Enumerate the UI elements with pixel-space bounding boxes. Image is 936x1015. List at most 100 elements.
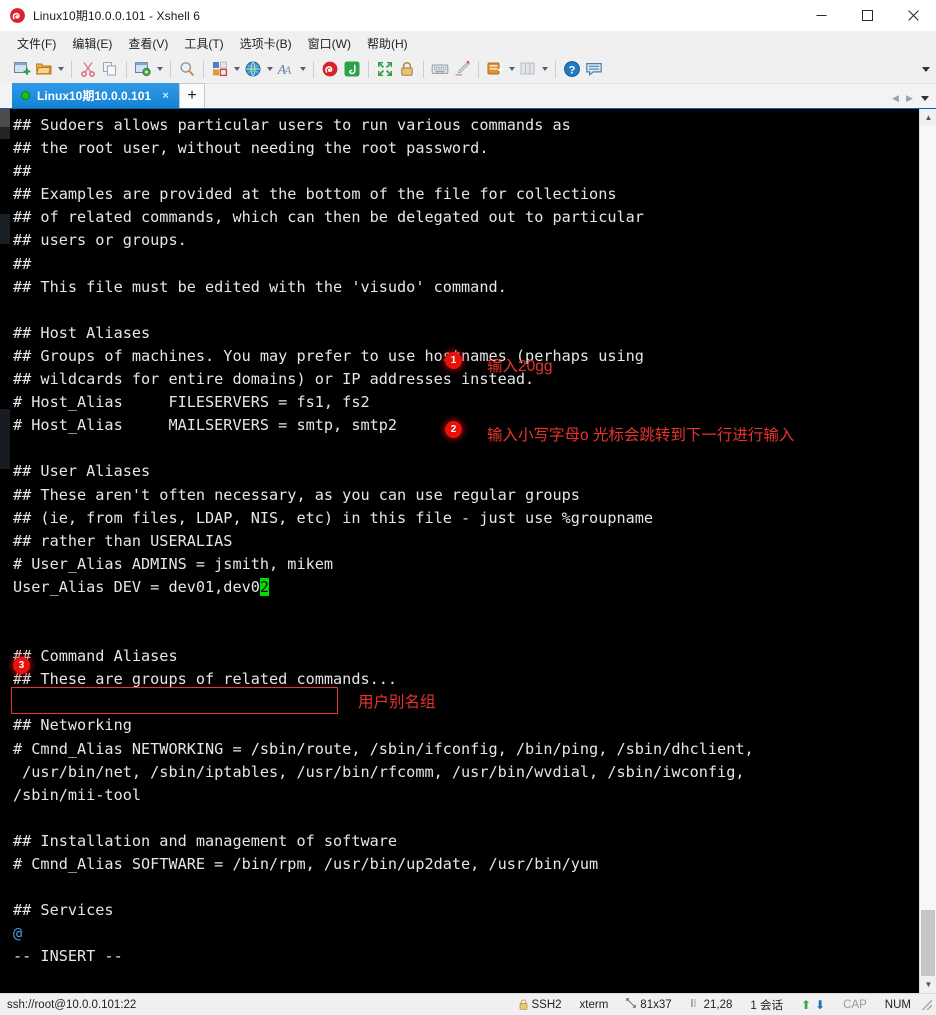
scroll-down-icon[interactable]: ▼ xyxy=(920,976,936,993)
terminal-cursor: 2 xyxy=(259,577,270,596)
background-bleed-strip xyxy=(0,109,10,993)
annotation-badge-3: 3 xyxy=(13,657,30,674)
toolbar-divider xyxy=(368,60,369,78)
tab-linux10-session[interactable]: Linux10期10.0.0.101 × xyxy=(12,83,180,108)
font-dropdown-icon[interactable] xyxy=(297,58,308,80)
cut-icon[interactable] xyxy=(77,58,99,80)
terminal-line: ## Networking xyxy=(13,716,132,735)
terminal-line: ## users or groups. xyxy=(13,231,187,250)
layout-icon[interactable] xyxy=(209,58,231,80)
tab-bar: Linux10期10.0.0.101 × + ◀ ▶ xyxy=(0,83,936,109)
highlight-pen-icon[interactable] xyxy=(451,58,473,80)
menu-window[interactable]: 窗口(W) xyxy=(300,32,359,55)
new-session-icon[interactable] xyxy=(11,58,33,80)
terminal-line: ## Services xyxy=(13,901,114,920)
menu-view[interactable]: 查看(V) xyxy=(120,32,176,55)
edited-line-text: User_Alias DEV = dev01,dev0 xyxy=(13,577,260,596)
maximize-icon[interactable] xyxy=(844,0,890,31)
tab-bar-left-edge xyxy=(0,83,12,108)
session-manager-icon[interactable] xyxy=(484,58,506,80)
tab-close-icon[interactable]: × xyxy=(159,90,172,102)
terminal-line: ## of related commands, which can then b… xyxy=(13,208,644,227)
tab-scroll-left-icon[interactable]: ◀ xyxy=(890,91,901,105)
scroll-up-icon[interactable]: ▲ xyxy=(920,109,936,126)
toolbar: A A ? xyxy=(0,55,936,84)
close-icon[interactable] xyxy=(890,0,936,31)
terminal-line: ## Sudoers allows particular users to ru… xyxy=(13,116,571,134)
svg-text:?: ? xyxy=(569,64,576,76)
globe-dropdown-icon[interactable] xyxy=(264,58,275,80)
lock-icon[interactable] xyxy=(396,58,418,80)
terminal-line: ## User Aliases xyxy=(13,462,151,481)
toolbar-divider xyxy=(313,60,314,78)
tab-status-dot-icon xyxy=(21,91,30,100)
terminal-line: ## the root user, without needing the ro… xyxy=(13,139,489,158)
scrollbar-track[interactable] xyxy=(920,126,936,976)
xshell-logo-icon xyxy=(9,7,26,24)
terminal-line: ## This file must be edited with the 'vi… xyxy=(13,277,507,296)
toolbar-divider xyxy=(126,60,127,78)
terminal-line: # Host_Alias FILESERVERS = fs1, fs2 xyxy=(13,393,370,412)
layout-dropdown-icon[interactable] xyxy=(231,58,242,80)
session-manager-dropdown-icon[interactable] xyxy=(506,58,517,80)
font-icon[interactable]: A A xyxy=(275,58,297,80)
keyboard-icon[interactable] xyxy=(429,58,451,80)
terminal-line: /sbin/mii-tool xyxy=(13,785,142,804)
feedback-icon[interactable] xyxy=(583,58,605,80)
menu-bar: 文件(F) 编辑(E) 查看(V) 工具(T) 选项卡(B) 窗口(W) 帮助(… xyxy=(0,31,936,55)
window-controls xyxy=(798,0,936,31)
tab-label: Linux10期10.0.0.101 xyxy=(37,89,152,103)
open-session-dropdown-icon[interactable] xyxy=(55,58,66,80)
globe-icon[interactable] xyxy=(242,58,264,80)
terminal-edited-line: User_Alias DEV = dev01,dev02 xyxy=(13,576,919,599)
tab-scroll-right-icon[interactable]: ▶ xyxy=(904,91,915,105)
new-tab-button[interactable]: + xyxy=(179,83,206,108)
minimize-icon[interactable] xyxy=(798,0,844,31)
toolbar-overflow-chevron-icon[interactable] xyxy=(922,55,930,84)
annotation-highlight-box xyxy=(11,687,338,714)
menu-edit[interactable]: 编辑(E) xyxy=(64,32,120,55)
terminal-line: ## These aren't often necessary, as you … xyxy=(13,485,580,504)
toolbar-divider xyxy=(71,60,72,78)
scrollbar-thumb[interactable] xyxy=(921,910,935,976)
help-icon[interactable]: ? xyxy=(561,58,583,80)
terminal-line: ## rather than USERALIAS xyxy=(13,531,233,550)
terminal-line: # Host_Alias MAILSERVERS = smtp, smtp2 xyxy=(13,416,398,435)
menu-help[interactable]: 帮助(H) xyxy=(359,32,416,55)
tab-list-dropdown-icon[interactable] xyxy=(918,91,931,105)
menu-file[interactable]: 文件(F) xyxy=(9,32,64,55)
copy-icon[interactable] xyxy=(99,58,121,80)
vim-mode-line: -- INSERT -- xyxy=(13,947,123,966)
open-session-icon[interactable] xyxy=(33,58,55,80)
session-properties-icon[interactable] xyxy=(132,58,154,80)
toolbar-divider xyxy=(555,60,556,78)
xftp-icon[interactable] xyxy=(341,58,363,80)
toolbar-divider xyxy=(478,60,479,78)
xshell-script-icon[interactable] xyxy=(319,58,341,80)
find-icon[interactable] xyxy=(176,58,198,80)
terminal-screen[interactable]: ## Sudoers allows particular users to ru… xyxy=(10,109,919,993)
terminal-scrollbar[interactable]: ▲ ▼ xyxy=(919,109,936,993)
panes-icon[interactable] xyxy=(517,58,539,80)
menu-tab[interactable]: 选项卡(B) xyxy=(232,32,300,55)
svg-text:A: A xyxy=(283,63,292,77)
terminal-line: ## Groups of machines. You may prefer to… xyxy=(13,346,644,365)
terminal-line: # Cmnd_Alias NETWORKING = /sbin/route, /… xyxy=(13,739,754,758)
vim-empty-line-marker: @ xyxy=(13,924,23,943)
terminal-line: ## xyxy=(13,162,32,181)
menu-tools[interactable]: 工具(T) xyxy=(176,32,231,55)
terminal-line: ## Host Aliases xyxy=(13,323,151,342)
fullscreen-icon[interactable] xyxy=(374,58,396,80)
panes-dropdown-icon[interactable] xyxy=(539,58,550,80)
terminal-line: ## xyxy=(13,254,32,273)
terminal-line: ## Command Aliases xyxy=(13,647,178,666)
xshell-window: Linux10期10.0.0.101 - Xshell 6 文件(F) 编辑(E… xyxy=(0,0,936,1015)
terminal-line: ## wildcards for entire domains) or IP a… xyxy=(13,370,535,389)
annotation-badge-1: 1 xyxy=(445,352,462,369)
session-properties-dropdown-icon[interactable] xyxy=(154,58,165,80)
tab-navigation: ◀ ▶ xyxy=(890,91,931,105)
